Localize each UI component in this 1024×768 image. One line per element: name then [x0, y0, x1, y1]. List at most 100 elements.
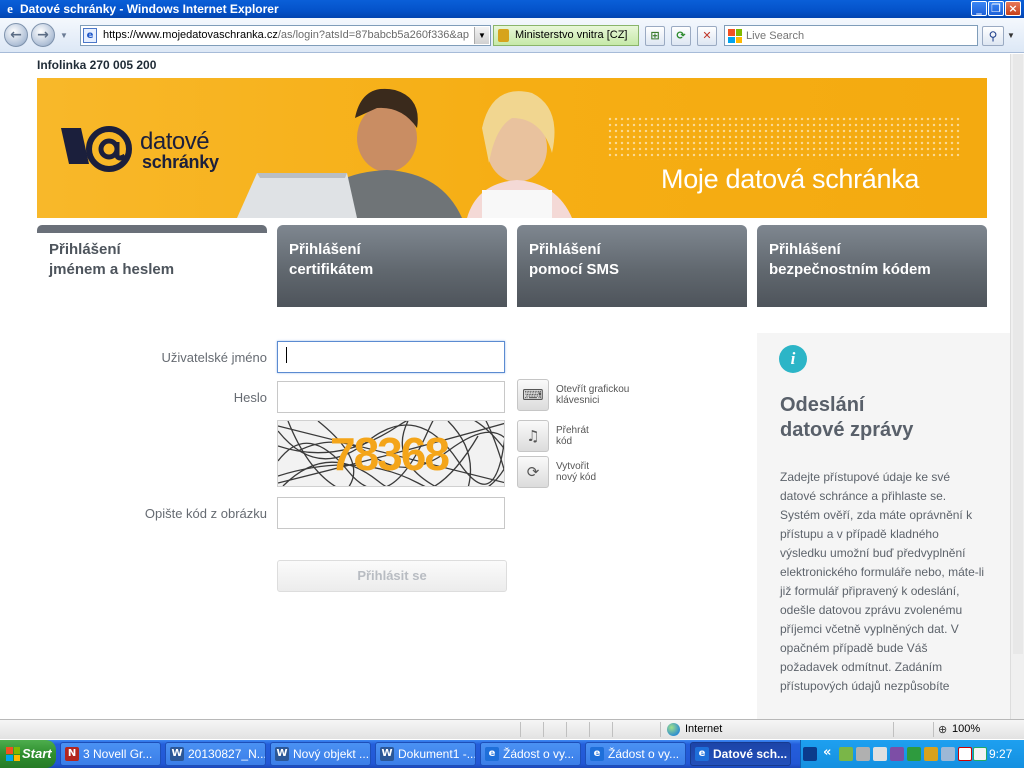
info-body-text: Zadejte přístupové údaje ke své datové s…: [780, 470, 985, 693]
audio-play-icon[interactable]: ♫: [517, 420, 549, 452]
play-code-link[interactable]: Přehrát kód: [556, 425, 589, 447]
logo-text-schranky: schránky: [142, 152, 219, 172]
tab-login-security-code[interactable]: Přihlášení bezpečnostním kódem: [757, 225, 987, 307]
lock-icon: [498, 29, 509, 42]
address-bar[interactable]: e https://www.mojedatovaschranka.cz/as/l…: [80, 25, 491, 46]
tray-app2-icon[interactable]: [890, 747, 904, 761]
stop-icon[interactable]: ✕: [697, 26, 717, 46]
back-button[interactable]: ←: [4, 23, 28, 47]
window-titlebar: e Datové schránky - Windows Internet Exp…: [0, 0, 1024, 18]
tray-app-icon[interactable]: [803, 747, 817, 761]
zoom-icon[interactable]: ⊕: [938, 723, 947, 736]
live-search-logo-icon: [728, 29, 742, 43]
open-keyboard-label-line2: klávesnici: [556, 395, 600, 406]
page-icon: e: [83, 28, 97, 43]
tray-volume-icon[interactable]: [973, 747, 987, 761]
window-title: Datové schránky - Windows Internet Explo…: [20, 2, 279, 16]
username-label: Uživatelské jméno: [161, 350, 268, 365]
taskbar-item-label: Žádost o vy...: [608, 747, 680, 761]
security-report-badge[interactable]: Ministerstvo vnitra [CZ]: [493, 25, 639, 46]
search-icon[interactable]: ⚲: [982, 26, 1004, 46]
internet-zone-icon: [667, 723, 680, 736]
search-input[interactable]: [746, 28, 971, 43]
recent-pages-dropdown[interactable]: ▼: [60, 31, 70, 41]
refresh-captcha-icon[interactable]: ⟳: [517, 456, 549, 488]
open-keyboard-link[interactable]: Otevřít grafickou klávesnici: [556, 384, 629, 406]
tab-login-name-password[interactable]: Přihlášení jménem a heslem: [37, 225, 267, 307]
username-input[interactable]: [277, 341, 505, 373]
new-code-link[interactable]: Vytvořit nový kód: [556, 461, 596, 483]
show-hidden-icons-icon[interactable]: «: [823, 745, 831, 760]
tray-drive-icon[interactable]: [856, 747, 870, 761]
info-panel: i Odeslání datové zprávy Zadejte přístup…: [757, 333, 1010, 719]
keyboard-icon[interactable]: ⌨: [517, 379, 549, 411]
tray-shield-icon[interactable]: [907, 747, 921, 761]
taskbar-item-label: 3 Novell Gr...: [83, 747, 153, 761]
taskbar-item-ie-active[interactable]: e Datové sch...: [690, 742, 791, 766]
tray-block-icon[interactable]: [958, 747, 972, 761]
scrollbar-thumb[interactable]: [1013, 54, 1023, 654]
forward-button[interactable]: →: [31, 23, 55, 47]
taskbar-item-novell[interactable]: N 3 Novell Gr...: [60, 742, 161, 766]
search-box[interactable]: [724, 25, 978, 46]
status-divider: [660, 722, 661, 737]
refresh-icon[interactable]: ⟳: [671, 26, 691, 46]
system-tray: « 9:27: [800, 740, 1024, 768]
infolinka-text: Infolinka 270 005 200: [37, 58, 157, 72]
status-divider: [520, 722, 521, 737]
login-button[interactable]: Přihlásit se: [277, 560, 507, 592]
start-button[interactable]: Start: [0, 740, 56, 768]
taskbar-item-ie-2[interactable]: e Žádost o vy...: [585, 742, 686, 766]
taskbar-item-label: Datové sch...: [713, 747, 788, 761]
info-heading-line1: Odeslání: [780, 394, 865, 416]
taskbar-item-label: Nový objekt ...: [293, 747, 370, 761]
text-caret: [286, 347, 287, 363]
info-icon: i: [779, 345, 807, 373]
address-dropdown-icon[interactable]: ▼: [474, 27, 489, 44]
status-divider: [566, 722, 567, 737]
captcha-input[interactable]: [277, 497, 505, 529]
address-url[interactable]: https://www.mojedatovaschranka.cz/as/log…: [103, 29, 473, 41]
word-icon: W: [170, 747, 184, 761]
browser-navbar: ← → ▼ e https://www.mojedatovaschranka.c…: [0, 18, 1024, 53]
taskbar-item-ie-1[interactable]: e Žádost o vy...: [480, 742, 581, 766]
tab-label-line1: Přihlášení: [49, 241, 121, 258]
tray-key-icon[interactable]: [924, 747, 938, 761]
password-input[interactable]: [277, 381, 505, 413]
ie-icon: e: [485, 747, 499, 761]
maximize-button[interactable]: ❐: [988, 1, 1004, 16]
zoom-level[interactable]: 100%: [952, 723, 980, 735]
minimize-button[interactable]: _: [971, 1, 987, 16]
header-banner: datové schránky Moje datová schránka: [37, 78, 987, 218]
taskbar-item-word-2[interactable]: W Nový objekt ...: [270, 742, 371, 766]
vertical-scrollbar[interactable]: [1010, 54, 1024, 719]
captcha-label: Opište kód z obrázku: [144, 506, 267, 521]
taskbar-item-label: Dokument1 -...: [398, 747, 476, 761]
tray-device-icon[interactable]: [873, 747, 887, 761]
captcha-code: 78368: [330, 428, 450, 480]
security-label: Ministerstvo vnitra [CZ]: [515, 29, 628, 41]
taskbar-item-word-3[interactable]: W Dokument1 -...: [375, 742, 476, 766]
taskbar-item-word-1[interactable]: W 20130827_N...: [165, 742, 266, 766]
start-label: Start: [22, 746, 52, 761]
status-divider: [543, 722, 544, 737]
tab-label-line2: bezpečnostním kódem: [769, 261, 931, 278]
status-divider: [612, 722, 613, 737]
search-options-dropdown-icon[interactable]: ▼: [1005, 26, 1017, 46]
active-tab-indicator: [37, 225, 267, 233]
close-button[interactable]: ×: [1005, 1, 1021, 16]
ie-icon: e: [590, 747, 604, 761]
status-divider: [893, 722, 894, 737]
tray-network-icon[interactable]: [839, 747, 853, 761]
banner-dot-pattern: [607, 116, 962, 160]
compatibility-icon[interactable]: ⊞: [645, 26, 665, 46]
tab-login-sms[interactable]: Přihlášení pomocí SMS: [517, 225, 747, 307]
captcha-image: 78368: [277, 420, 505, 487]
clock[interactable]: 9:27: [989, 747, 1012, 761]
open-keyboard-label-line1: Otevřít grafickou: [556, 384, 630, 395]
status-divider: [589, 722, 590, 737]
tray-monitor-icon[interactable]: [941, 747, 955, 761]
novell-icon: N: [65, 747, 79, 761]
word-icon: W: [380, 747, 394, 761]
tab-login-certificate[interactable]: Přihlášení certifikátem: [277, 225, 507, 307]
